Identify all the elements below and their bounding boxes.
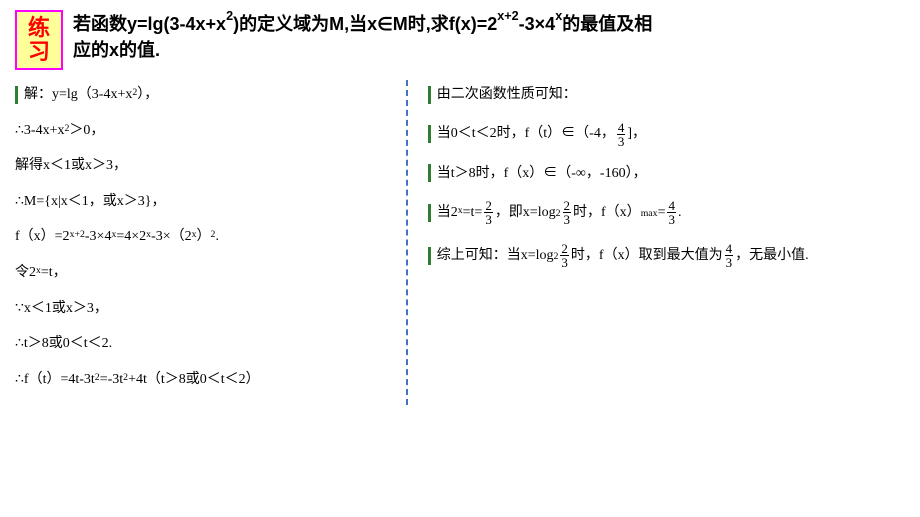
t: ]， — [627, 124, 646, 144]
sup: 2 — [95, 371, 100, 385]
fraction: 2 3 — [563, 199, 572, 226]
fraction: 2 3 — [560, 242, 569, 269]
t: = — [658, 203, 666, 223]
t: 的最值及相 — [562, 14, 652, 34]
t: 当0＜t＜2时，f（t）∈（-4， — [437, 124, 615, 144]
sup: x+2 — [497, 9, 518, 23]
t: 由二次函数性质可知： — [437, 85, 577, 105]
sup: 2 — [132, 86, 137, 100]
den: 3 — [484, 212, 493, 226]
sup: x — [192, 228, 197, 242]
t: =4×2 — [116, 227, 146, 247]
line: 当0＜t＜2时，f（t）∈（-4， 4 3 ]， — [428, 121, 905, 148]
t: ∴f（t）=4t-3t — [15, 370, 95, 390]
t: ∴3-4x+x — [15, 121, 64, 141]
solution: 解：y=lg（3-4x+x2）， ∴3-4x+x2＞0， 解得x＜1或x＞3， … — [15, 85, 905, 405]
line: ∵x＜1或x＞3， — [15, 299, 386, 319]
t: 综上可知：当x=log — [437, 246, 554, 266]
problem-text: 若函数y=lg(3-4x+x2)的定义域为M,当x∈M时,求f(x)=2x+2-… — [73, 10, 652, 63]
den: 3 — [667, 212, 676, 226]
fraction: 4 3 — [667, 199, 676, 226]
line: ∴f（t）=4t-3t2=-3t2+4t（t＞8或0＜t＜2） — [15, 370, 386, 390]
fraction: 4 3 — [617, 121, 626, 148]
marker-bar — [428, 86, 431, 104]
sup: x — [36, 264, 41, 278]
line: 当2x=t= 2 3 ，即x=log2 2 3 时，f（x）max= 4 3 . — [428, 199, 905, 226]
left-column: 解：y=lg（3-4x+x2）， ∴3-4x+x2＞0， 解得x＜1或x＞3， … — [15, 85, 406, 405]
sup: x — [111, 228, 116, 242]
num: 4 — [668, 199, 675, 212]
marker-bar — [428, 247, 431, 265]
sub: 2 — [554, 250, 559, 264]
den: 3 — [617, 134, 626, 148]
sup: x — [146, 228, 151, 242]
t: =t， — [41, 263, 67, 283]
t: ，即x=log — [495, 203, 556, 223]
badge-line1: 练 — [28, 16, 50, 40]
line: 当t＞8时，f（x）∈（-∞，-160）， — [428, 164, 905, 184]
marker-bar — [428, 125, 431, 143]
line: 综上可知：当x=log2 2 3 时，f（x）取到最大值为 4 3 ，无最小值. — [428, 242, 905, 269]
sup: 2 — [64, 122, 69, 136]
sup: x+2 — [70, 228, 85, 242]
t: f（x）=2 — [15, 227, 70, 247]
practice-badge: 练 习 — [15, 10, 63, 70]
t: -3×4 — [85, 227, 112, 247]
problem-line2: 应的x的值. — [73, 37, 652, 63]
t: -3×（2 — [151, 227, 192, 247]
t: 时，f（x）取到最大值为 — [571, 246, 723, 266]
sup: 2 — [211, 228, 216, 242]
t: 当2 — [437, 203, 458, 223]
header: 练 习 若函数y=lg(3-4x+x2)的定义域为M,当x∈M时,求f(x)=2… — [15, 10, 905, 70]
t: ）， — [137, 85, 158, 105]
problem-line1: 若函数y=lg(3-4x+x2)的定义域为M,当x∈M时,求f(x)=2x+2-… — [73, 10, 652, 37]
num: 2 — [485, 199, 492, 212]
t: -3×4 — [519, 14, 556, 34]
num: 2 — [564, 199, 571, 212]
t: ） — [197, 227, 211, 247]
num: 4 — [726, 242, 733, 255]
sub: 2 — [556, 207, 561, 221]
sub: max — [641, 207, 658, 221]
marker-bar — [15, 86, 18, 104]
t: ，无最小值. — [735, 246, 809, 266]
t: 当t＞8时，f（x）∈（-∞，-160）， — [437, 164, 647, 184]
t: =t= — [463, 203, 483, 223]
line: ∴t＞8或0＜t＜2. — [15, 334, 386, 354]
sup: 2 — [123, 371, 128, 385]
num: 4 — [618, 121, 625, 134]
t: +4t（t＞8或0＜t＜2） — [128, 370, 260, 390]
line: f（x）=2x+2-3×4x=4×2x-3×（2x）2. — [15, 227, 386, 247]
t: =-3t — [100, 370, 123, 390]
line: 解：y=lg（3-4x+x2）， — [15, 85, 386, 105]
badge-line2: 习 — [28, 40, 50, 64]
marker-bar — [428, 204, 431, 222]
num: 2 — [561, 242, 568, 255]
den: 3 — [560, 255, 569, 269]
line: 由二次函数性质可知： — [428, 85, 905, 105]
right-column: 由二次函数性质可知： 当0＜t＜2时，f（t）∈（-4， 4 3 ]， 当t＞8… — [408, 85, 905, 405]
t: 若函数y=lg(3-4x+x — [73, 14, 226, 34]
den: 3 — [725, 255, 734, 269]
t: . — [215, 227, 219, 247]
line: 解得x＜1或x＞3， — [15, 156, 386, 176]
sup: 2 — [226, 9, 233, 23]
marker-bar — [428, 164, 431, 182]
sup: x — [458, 204, 463, 218]
den: 3 — [563, 212, 572, 226]
fraction: 4 3 — [725, 242, 734, 269]
t: 令2 — [15, 263, 36, 283]
t: . — [678, 203, 682, 223]
line: ∴3-4x+x2＞0， — [15, 121, 386, 141]
fraction: 2 3 — [484, 199, 493, 226]
t: )的定义域为M,当x∈M时,求f(x)=2 — [233, 14, 497, 34]
t: 解：y=lg（3-4x+x — [24, 85, 132, 105]
t: 时，f（x） — [573, 203, 641, 223]
sup: x — [555, 9, 562, 23]
line: ∴M={x|x＜1，或x＞3}， — [15, 192, 386, 212]
t: ＞0， — [69, 121, 104, 141]
line: 令2x=t， — [15, 263, 386, 283]
